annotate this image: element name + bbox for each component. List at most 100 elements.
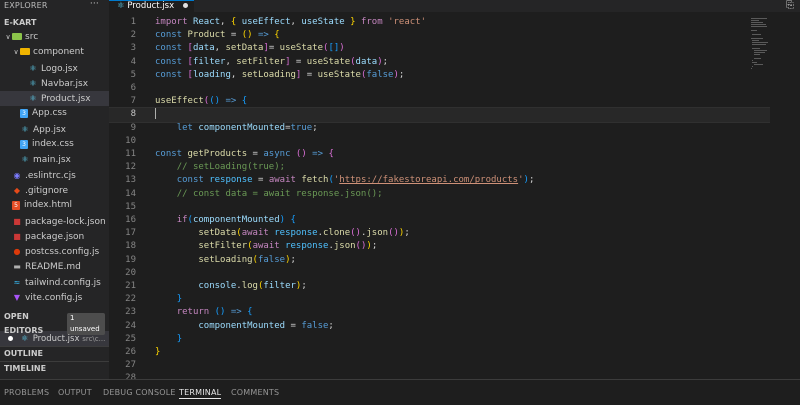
code-token (155, 307, 177, 317)
code-editor[interactable]: 1import React, { useEffect, useState } f… (109, 12, 770, 379)
tree-item-component[interactable]: ∨component (0, 45, 109, 60)
timeline-header[interactable]: TIMELINE (0, 362, 109, 376)
code-line[interactable]: 1import React, { useEffect, useState } f… (109, 16, 770, 29)
code-token: response (209, 175, 252, 185)
open-editors-header[interactable]: OPEN EDITORS 1 unsaved (0, 317, 109, 331)
code-line[interactable]: 25 } (109, 333, 770, 346)
line-number: 9 (109, 122, 136, 135)
code-line[interactable]: 27 (109, 359, 770, 372)
tree-item-package-json[interactable]: ■package.json (0, 229, 109, 244)
minimap-line (752, 44, 765, 45)
code-line[interactable]: 2const Product = () => { (109, 29, 770, 42)
tree-item-src[interactable]: ∨src (0, 30, 109, 45)
unsaved-dot-icon[interactable] (8, 336, 13, 341)
code-token: Product (188, 30, 226, 40)
minimap-line (751, 18, 767, 19)
minimap-line (751, 24, 766, 25)
code-line[interactable]: 16 if(componentMounted) { (109, 214, 770, 227)
code-text: const Product = () => { (155, 29, 280, 42)
unsaved-dot-icon[interactable] (183, 3, 188, 8)
folder-icon (20, 48, 30, 55)
tree-item-readme-md[interactable]: ▬README.md (0, 259, 109, 274)
project-title[interactable]: E-KART (0, 16, 40, 30)
minimap-line (751, 30, 757, 31)
css-file-icon: 3 (20, 140, 28, 149)
split-editor-icon[interactable]: ⎘ (786, 0, 794, 11)
tab-problems[interactable]: PROBLEMS (4, 380, 49, 405)
code-line[interactable]: 20 (109, 267, 770, 280)
code-line[interactable]: 13 const response = await fetch('https:/… (109, 174, 770, 187)
code-line[interactable]: 19 setLoading(false); (109, 254, 770, 267)
line-number: 23 (109, 306, 136, 319)
code-line[interactable]: 28 (109, 372, 770, 379)
line-number: 25 (109, 333, 136, 346)
code-line[interactable]: 11const getProducts = async () => { (109, 148, 770, 161)
tree-item-vite-config-js[interactable]: ▼vite.config.js (0, 290, 109, 305)
code-line[interactable]: 26} (109, 346, 770, 359)
code-line[interactable]: 23 return () => { (109, 306, 770, 319)
code-line[interactable]: 15 (109, 201, 770, 214)
tree-item-logo-jsx[interactable]: ⚛Logo.jsx (0, 61, 109, 76)
code-token: = (269, 43, 280, 53)
code-token: } (177, 334, 182, 344)
code-token: await (242, 228, 269, 238)
tree-item-app-jsx[interactable]: ⚛App.jsx (0, 122, 109, 137)
code-line[interactable]: 18 setFilter(await response.json()); (109, 240, 770, 253)
code-token: => (225, 96, 236, 106)
code-line[interactable]: 5const [loading, setLoading] = useState(… (109, 69, 770, 82)
outline-header[interactable]: OUTLINE (0, 347, 109, 361)
code-token: const (155, 149, 182, 159)
code-token: [] (328, 43, 339, 53)
tree-item-main-jsx[interactable]: ⚛main.jsx (0, 152, 109, 167)
more-actions-button[interactable]: ··· (90, 0, 99, 9)
tree-item-label: README.md (25, 262, 81, 272)
code-text: const getProducts = async () => { (155, 148, 334, 161)
tree-item-tailwind-config-js[interactable]: ≈tailwind.config.js (0, 275, 109, 290)
tree-item-app-css[interactable]: 3App.css (0, 106, 109, 121)
code-text: const [loading, setLoading] = useState(f… (155, 69, 404, 82)
minimap[interactable] (748, 12, 770, 379)
code-token (155, 294, 177, 304)
tab-terminal[interactable]: TERMINAL (179, 380, 221, 405)
code-line[interactable]: 4const [filter, setFilter] = useState(da… (109, 56, 770, 69)
chevron-down-icon[interactable]: ∨ (12, 45, 20, 60)
tab-comments[interactable]: COMMENTS (231, 380, 279, 405)
tree-item-index-html[interactable]: 5index.html (0, 198, 109, 213)
tree-item-postcss-config-js[interactable]: ●postcss.config.js (0, 244, 109, 259)
tree-item-index-css[interactable]: 3index.css (0, 137, 109, 152)
tab-output[interactable]: OUTPUT (58, 380, 92, 405)
open-editor-item[interactable]: ⚛Product.jsx src\c... (0, 331, 109, 346)
tab-debug-console[interactable]: DEBUG CONSOLE (103, 380, 176, 405)
code-line[interactable]: 21 console.log(filter); (109, 280, 770, 293)
code-token: https://fakestoreapi.com/products (339, 175, 518, 185)
code-token: , (291, 17, 302, 27)
code-line[interactable]: 10 (109, 135, 770, 148)
code-line[interactable]: 12 // setLoading(true); (109, 161, 770, 174)
code-line[interactable]: 9 let componentMounted=true; (109, 122, 770, 135)
code-line[interactable]: 22 } (109, 293, 770, 306)
chevron-down-icon[interactable]: ∨ (4, 30, 12, 45)
tree-item-navbar-jsx[interactable]: ⚛Navbar.jsx (0, 76, 109, 91)
code-line[interactable]: 24 componentMounted = false; (109, 320, 770, 333)
code-line[interactable]: 14 // const data = await response.json()… (109, 188, 770, 201)
tailwind-icon: ≈ (12, 275, 22, 290)
code-line[interactable]: 8 (109, 108, 770, 121)
tab-product-jsx[interactable]: ⚛ Product.jsx (109, 0, 194, 12)
code-line[interactable]: 6 (109, 82, 770, 95)
tree-item-label: postcss.config.js (25, 247, 99, 257)
tree-item-gitignore[interactable]: ◆.gitignore (0, 183, 109, 198)
code-line[interactable]: 17 setData(await response.clone().json()… (109, 227, 770, 240)
eslint-icon: ◉ (12, 168, 22, 183)
tree-item-package-lock-json[interactable]: ■package-lock.json (0, 214, 109, 229)
code-token: ; (301, 281, 306, 291)
tree-item-eslintrc-cjs[interactable]: ◉.eslintrc.cjs (0, 168, 109, 183)
code-token: const (155, 70, 182, 80)
code-token: ; (529, 175, 534, 185)
code-line[interactable]: 7useEffect(() => { (109, 95, 770, 108)
code-token: const (155, 30, 182, 40)
code-line[interactable]: 3const [data, setData]= useState([]) (109, 42, 770, 55)
code-token: = (247, 149, 263, 159)
tree-item-product-jsx[interactable]: ⚛Product.jsx (0, 91, 109, 106)
code-token: , (225, 57, 236, 67)
code-token: loading (193, 70, 231, 80)
